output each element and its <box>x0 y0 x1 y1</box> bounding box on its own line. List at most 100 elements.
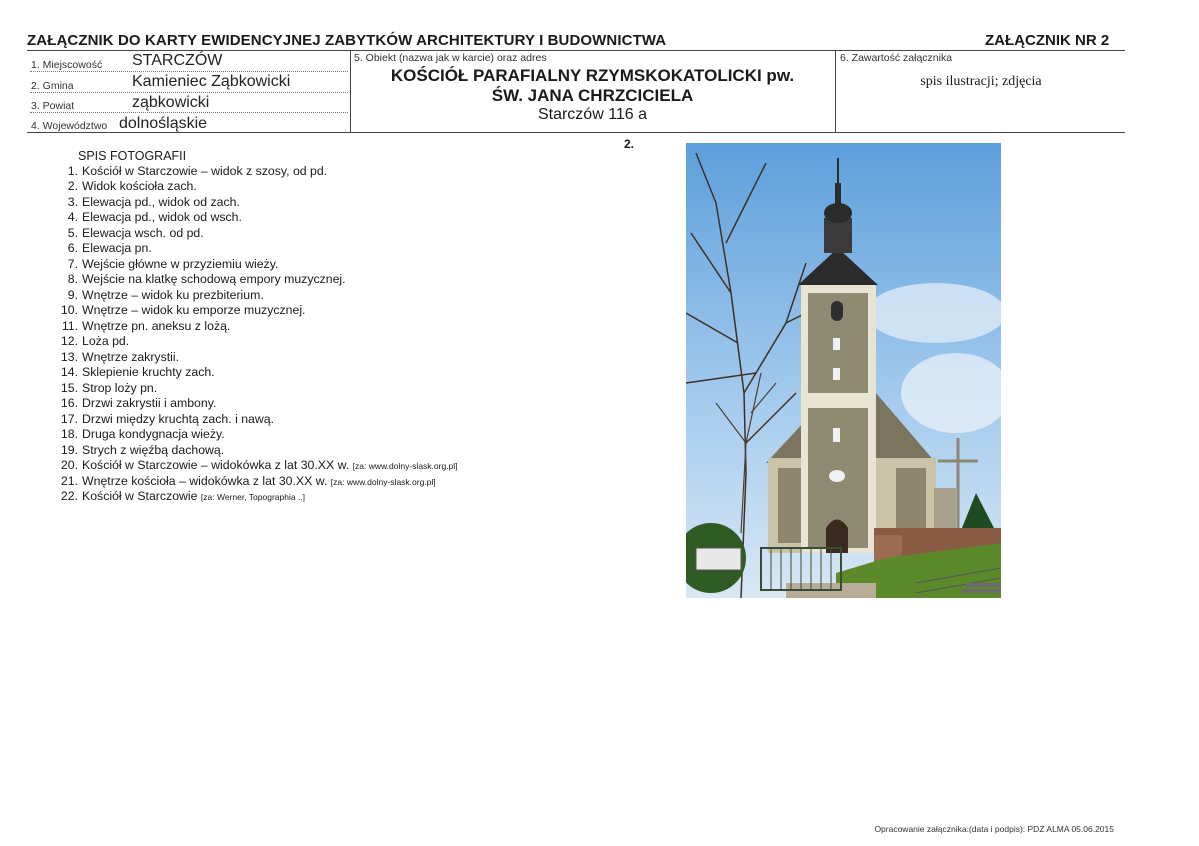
list-item: 18. Druga kondygnacja wieży. <box>58 427 458 443</box>
list-item-number: 5. <box>67 225 78 240</box>
list-item: 12. Loża pd. <box>58 334 458 350</box>
tower-window <box>831 301 843 321</box>
list-item-text: Wnętrze kościoła – widokówka z lat 30.XX… <box>82 473 331 488</box>
list-item-number: 4. <box>67 210 78 224</box>
list-item: 16. Drzwi zakrystii i ambony. <box>58 396 458 412</box>
field-line <box>30 92 348 93</box>
list-item: 19. Strych z więźbą dachową. <box>58 443 458 459</box>
object-label: 5. Obiekt (nazwa jak w karcie) oraz adre… <box>354 52 547 64</box>
miejscowosc-value: STARCZÓW <box>132 52 223 69</box>
list-item-text: Strop loży pn. <box>82 380 158 395</box>
tower-window <box>833 368 840 380</box>
list-item-text: Kościół w Starczowie – widok z szosy, od… <box>82 163 328 178</box>
content-label: 6. Zawartość załącznika <box>840 52 953 64</box>
list-item-text: Drzwi między kruchtą zach. i nawą. <box>82 411 275 426</box>
list-item-number: 19. <box>60 442 78 457</box>
list-item: 9. Wnętrze – widok ku prezbiterium. <box>58 288 458 304</box>
list-item-text: Wejście na klatkę schodową empory muzycz… <box>82 272 346 286</box>
footer-note: Opracowanie załącznika:(data i podpis): … <box>874 824 1114 834</box>
form-divider-2 <box>835 50 836 133</box>
list-item: 7. Wejście główne w przyziemiu wieży. <box>58 257 458 273</box>
list-item: 2. Widok kościoła zach. <box>58 179 458 195</box>
list-item-number: 17. <box>60 411 78 426</box>
list-item-number: 8. <box>67 272 78 286</box>
list-item-text: Widok kościoła zach. <box>82 179 197 193</box>
list-item-number: 18. <box>60 427 78 441</box>
list-item-text: Sklepienie kruchty zach. <box>82 365 215 379</box>
list-item-number: 7. <box>67 256 78 271</box>
miejscowosc-label: 1. Miejscowość <box>31 59 103 71</box>
church-illustration <box>686 143 1001 598</box>
document-title: ZAŁĄCZNIK DO KARTY EWIDENCYJNEJ ZABYTKÓW… <box>27 32 667 49</box>
list-item: 20. Kościół w Starczowie – widokówka z la… <box>58 458 458 474</box>
list-item-source: [za: Werner, Topographia ..] <box>200 492 306 502</box>
powiat-value: ząbkowicki <box>132 94 210 111</box>
list-item-text: Wejście główne w przyziemiu wieży. <box>82 256 279 271</box>
list-item-text: Wnętrze zakrystii. <box>82 349 180 364</box>
list-item: 3. Elewacja pd., widok od zach. <box>58 195 458 211</box>
list-item-number: 14. <box>60 365 78 379</box>
list-item-text: Wnętrze pn. aneksu z lożą. <box>82 318 231 333</box>
header-rule <box>27 50 1125 51</box>
list-item: 1. Kościół w Starczowie – widok z szosy, … <box>58 164 458 180</box>
gmina-value: Kamieniec Ząbkowicki <box>132 73 291 90</box>
photo-list-title: SPIS FOTOGRAFII <box>78 149 187 163</box>
list-item-number: 15. <box>60 380 78 395</box>
list-item-number: 21. <box>60 473 78 488</box>
church-photo <box>686 143 1001 598</box>
list-item-text: Kościół w Starczowie <box>82 489 201 503</box>
object-address: Starczów 116 a <box>537 106 648 123</box>
list-item-text: Drzwi zakrystii i ambony. <box>82 396 217 410</box>
list-item-number: 1. <box>67 163 78 178</box>
list-item-source: [za: www.dolny-slask.org.pl] <box>330 476 436 487</box>
list-item: 22. Kościół w Starczowie [za: Werner, Top… <box>58 489 458 505</box>
list-item-number: 12. <box>60 334 78 348</box>
list-item: 6. Elewacja pn. <box>58 241 458 257</box>
wojewodztwo-value: dolnośląskie <box>119 115 208 132</box>
tower-window <box>833 338 840 350</box>
list-item-text: Elewacja pd., widok od wsch. <box>82 210 242 224</box>
lantern <box>824 218 852 253</box>
list-item-number: 9. <box>67 287 78 302</box>
list-item-number: 20. <box>60 458 78 472</box>
list-item: 21. Wnętrze kościoła – widokówka z lat 30… <box>58 474 458 490</box>
list-item-text: Druga kondygnacja wieży. <box>82 427 225 441</box>
powiat-label: 3. Powiat <box>31 100 75 112</box>
list-item-number: 3. <box>67 194 78 209</box>
round-window <box>829 470 845 482</box>
list-item: 5. Elewacja wsch. od pd. <box>58 226 458 242</box>
gmina-label: 2. Gmina <box>31 80 74 92</box>
list-item-text: Elewacja wsch. od pd. <box>82 225 204 240</box>
wojewodztwo-label: 4. Województwo <box>31 120 108 132</box>
list-item-text: Wnętrze – widok ku emporze muzycznej. <box>82 303 306 317</box>
list-item-text: Loża pd. <box>82 334 130 348</box>
side-building <box>934 488 956 533</box>
field-line <box>30 112 348 113</box>
field-line <box>30 71 348 72</box>
photo-list: SPIS FOTOGRAFII 1. Kościół w Starczowie –… <box>58 149 458 505</box>
list-item-number: 13. <box>60 349 78 364</box>
list-item: 14. Sklepienie kruchty zach. <box>58 365 458 381</box>
photo-number: 2. <box>624 137 635 151</box>
list-item-number: 6. <box>67 241 78 255</box>
list-item-text: Elewacja pn. <box>82 241 152 255</box>
list-item: 15. Strop loży pn. <box>58 381 458 397</box>
list-item: 8. Wejście na klatkę schodową empory muzy… <box>58 272 458 288</box>
list-item: 17. Drzwi między kruchtą zach. i nawą. <box>58 412 458 428</box>
list-item-number: 2. <box>67 179 78 193</box>
notice-board <box>695 547 742 571</box>
list-item-text: Kościół w Starczowie – widokówka z lat 3… <box>82 458 353 472</box>
list-item-number: 16. <box>60 396 78 410</box>
tower-window <box>833 428 840 442</box>
list-item-source: [za: www.dolny-slask.org.pl] <box>352 461 458 471</box>
cloud <box>866 283 1001 343</box>
spire-top <box>835 183 841 211</box>
list-item-number: 11. <box>61 318 78 333</box>
list-item: 10. Wnętrze – widok ku emporze muzycznej. <box>58 303 458 319</box>
list-item: 11. Wnętrze pn. aneksu z lożą. <box>58 319 458 335</box>
list-item-text: Strych z więźbą dachową. <box>82 442 225 457</box>
attachment-number: ZAŁĄCZNIK NR 2 <box>985 32 1110 49</box>
list-item-number: 22. <box>60 489 78 503</box>
list-item-text: Wnętrze – widok ku prezbiterium. <box>82 287 264 302</box>
object-name-line1: KOŚCIÓŁ PARAFIALNY RZYMSKOKATOLICKI pw. <box>390 66 795 85</box>
